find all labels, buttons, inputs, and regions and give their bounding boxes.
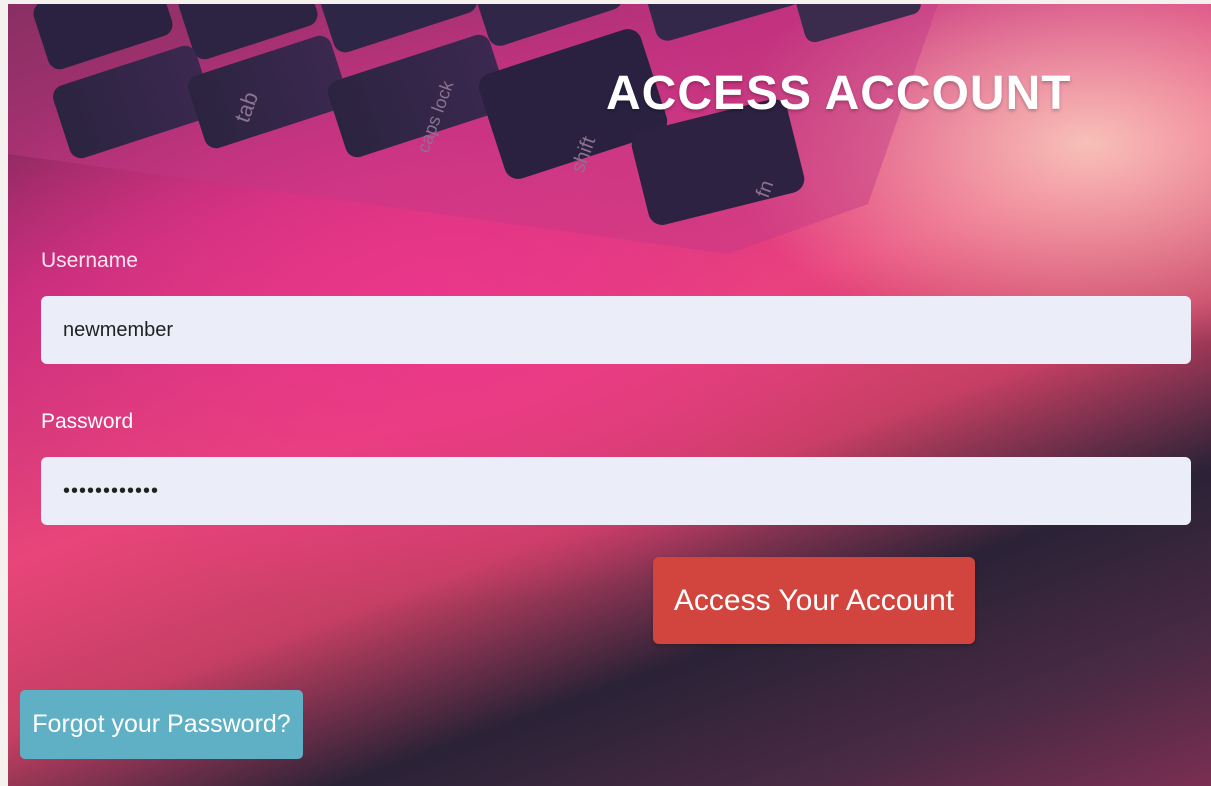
- login-panel: tab caps lock shift fn ACCESS ACCOUNT Us…: [8, 4, 1211, 786]
- password-label: Password: [41, 410, 134, 433]
- keyboard-background-image: tab caps lock shift fn: [8, 4, 938, 254]
- username-label: Username: [41, 249, 138, 272]
- forgot-password-button[interactable]: Forgot your Password?: [20, 690, 303, 759]
- page-title: ACCESS ACCOUNT: [606, 67, 1072, 120]
- access-account-button[interactable]: Access Your Account: [653, 557, 975, 644]
- password-input[interactable]: [41, 457, 1191, 525]
- username-input[interactable]: [41, 296, 1191, 364]
